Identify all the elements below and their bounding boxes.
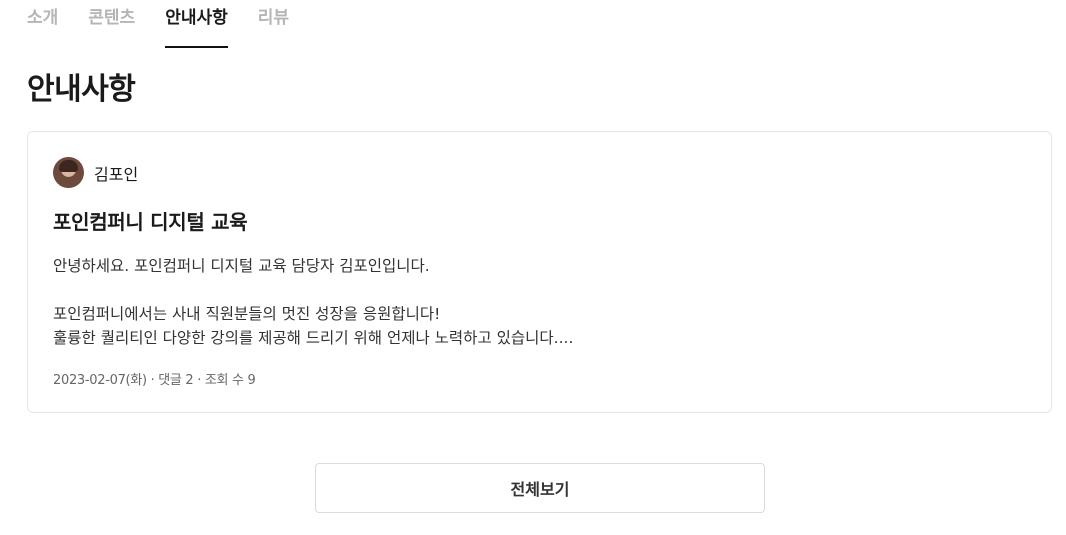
notice-body-line: 안녕하세요. 포인컴퍼니 디지털 교육 담당자 김포인입니다. <box>53 257 430 275</box>
tab-reviews[interactable]: 리뷰 <box>258 0 289 48</box>
tab-contents[interactable]: 콘텐츠 <box>88 0 135 48</box>
notice-title[interactable]: 포인컴퍼니 디지털 교육 <box>53 206 248 235</box>
view-all-button[interactable]: 전체보기 <box>315 463 765 513</box>
notice-author: 김포인 <box>53 157 138 188</box>
tab-notices[interactable]: 안내사항 <box>165 0 228 48</box>
tab-bar: 소개 콘텐츠 안내사항 리뷰 <box>27 0 289 48</box>
notice-body-line: 포인컴퍼니에서는 사내 직원분들의 멋진 성장을 응원합니다! <box>53 305 441 323</box>
notice-body-gap <box>53 278 1013 302</box>
notice-card[interactable]: 김포인 포인컴퍼니 디지털 교육 안녕하세요. 포인컴퍼니 디지털 교육 담당자… <box>27 131 1052 413</box>
author-name: 김포인 <box>94 164 139 184</box>
notice-body: 안녕하세요. 포인컴퍼니 디지털 교육 담당자 김포인입니다. 포인컴퍼니에서는… <box>53 254 1013 350</box>
section-title: 안내사항 <box>27 72 136 107</box>
tab-intro[interactable]: 소개 <box>27 0 58 48</box>
notice-meta: 2023-02-07(화) · 댓글 2 · 조회 수 9 <box>53 373 256 388</box>
avatar <box>53 157 84 188</box>
notice-body-line: 훌륭한 퀄리티인 다양한 강의를 제공해 드리기 위해 언제나 노력하고 있습니… <box>53 329 574 347</box>
